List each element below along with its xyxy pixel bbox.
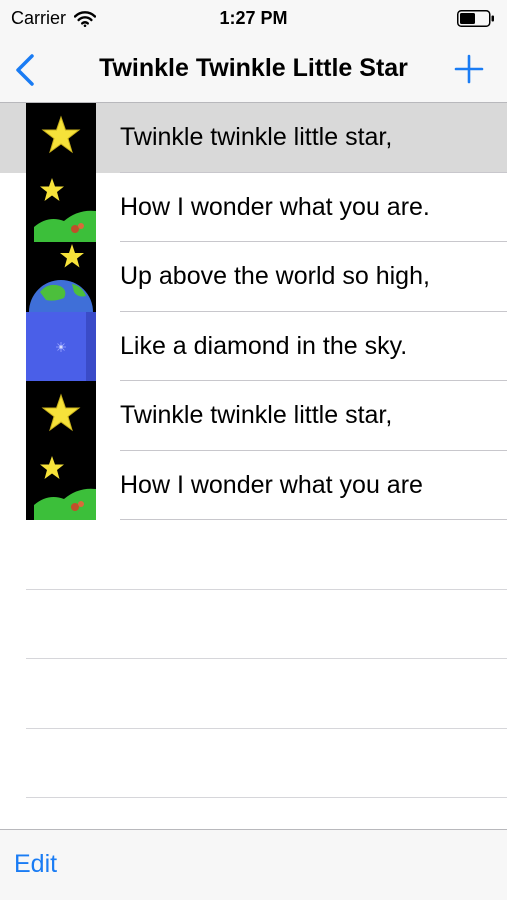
empty-row bbox=[0, 729, 507, 798]
row-label: Twinkle twinkle little star, bbox=[120, 123, 393, 151]
empty-row bbox=[0, 659, 507, 729]
list-row[interactable]: How I wonder what you are. bbox=[0, 172, 507, 242]
status-time: 1:27 PM bbox=[219, 8, 288, 28]
empty-row bbox=[0, 520, 507, 590]
star-on-black-thumbnail bbox=[26, 381, 96, 451]
navigation-bar: Twinkle Twinkle Little Star bbox=[0, 36, 507, 103]
back-chevron-icon[interactable] bbox=[12, 52, 40, 88]
list-row[interactable]: Like a diamond in the sky. bbox=[0, 311, 507, 381]
page-title: Twinkle Twinkle Little Star bbox=[99, 54, 408, 82]
add-plus-icon[interactable] bbox=[453, 53, 485, 85]
list-row[interactable]: Up above the world so high, bbox=[0, 242, 507, 312]
row-label: How I wonder what you are bbox=[120, 470, 423, 499]
star-on-black-thumbnail bbox=[26, 103, 96, 173]
star-over-earth-thumbnail bbox=[26, 242, 96, 312]
empty-row bbox=[0, 590, 507, 659]
list-row[interactable]: Twinkle twinkle little star, bbox=[0, 381, 507, 451]
list-row[interactable]: Twinkle twinkle little star, bbox=[0, 103, 507, 173]
star-over-green-hill-thumbnail bbox=[26, 450, 96, 520]
list-row[interactable]: How I wonder what you are bbox=[0, 450, 507, 520]
status-bar: Carrier 1:27 PM bbox=[0, 0, 507, 36]
row-label: How I wonder what you are. bbox=[120, 192, 430, 221]
edit-button[interactable]: Edit bbox=[14, 850, 57, 879]
star-over-green-hill-thumbnail bbox=[26, 172, 96, 242]
row-label: Up above the world so high, bbox=[120, 262, 430, 290]
row-label: Twinkle twinkle little star, bbox=[120, 401, 393, 429]
bottom-toolbar: Edit bbox=[0, 829, 507, 900]
row-separator bbox=[26, 797, 507, 798]
verse-list: Twinkle twinkle little star, How I wonder… bbox=[0, 103, 507, 798]
battery-icon bbox=[457, 10, 494, 27]
row-label: Like a diamond in the sky. bbox=[120, 331, 408, 360]
blue-sky-diamond-thumbnail bbox=[26, 311, 96, 381]
